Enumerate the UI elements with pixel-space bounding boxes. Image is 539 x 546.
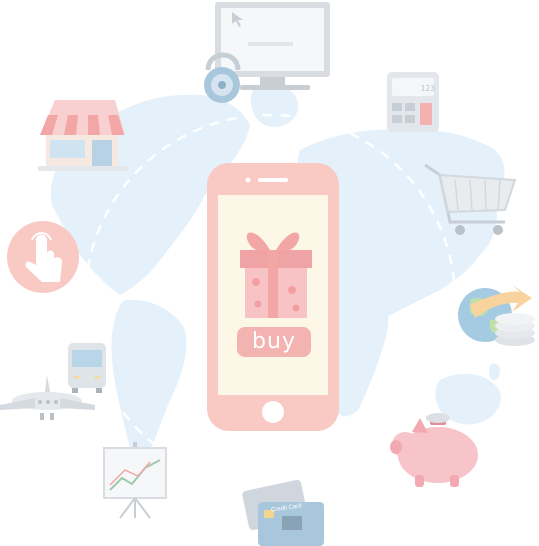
new-zealand — [489, 363, 501, 381]
credit-card-icon — [242, 479, 324, 546]
phone-speaker — [258, 178, 288, 182]
continent-south-america — [111, 299, 187, 470]
greenland — [250, 85, 299, 127]
calculator-icon — [387, 72, 439, 132]
calculator-display: 123 — [420, 84, 435, 93]
globe-coins-icon — [458, 285, 535, 346]
bus-icon — [68, 343, 106, 393]
chart-board-icon — [103, 442, 167, 519]
phone-home-button — [262, 401, 284, 423]
ecommerce-scene — [0, 2, 535, 546]
phone-camera — [245, 177, 251, 183]
buy-button[interactable]: buy — [237, 327, 311, 357]
storefront-icon — [38, 100, 128, 171]
touch-hand-icon — [7, 221, 79, 293]
